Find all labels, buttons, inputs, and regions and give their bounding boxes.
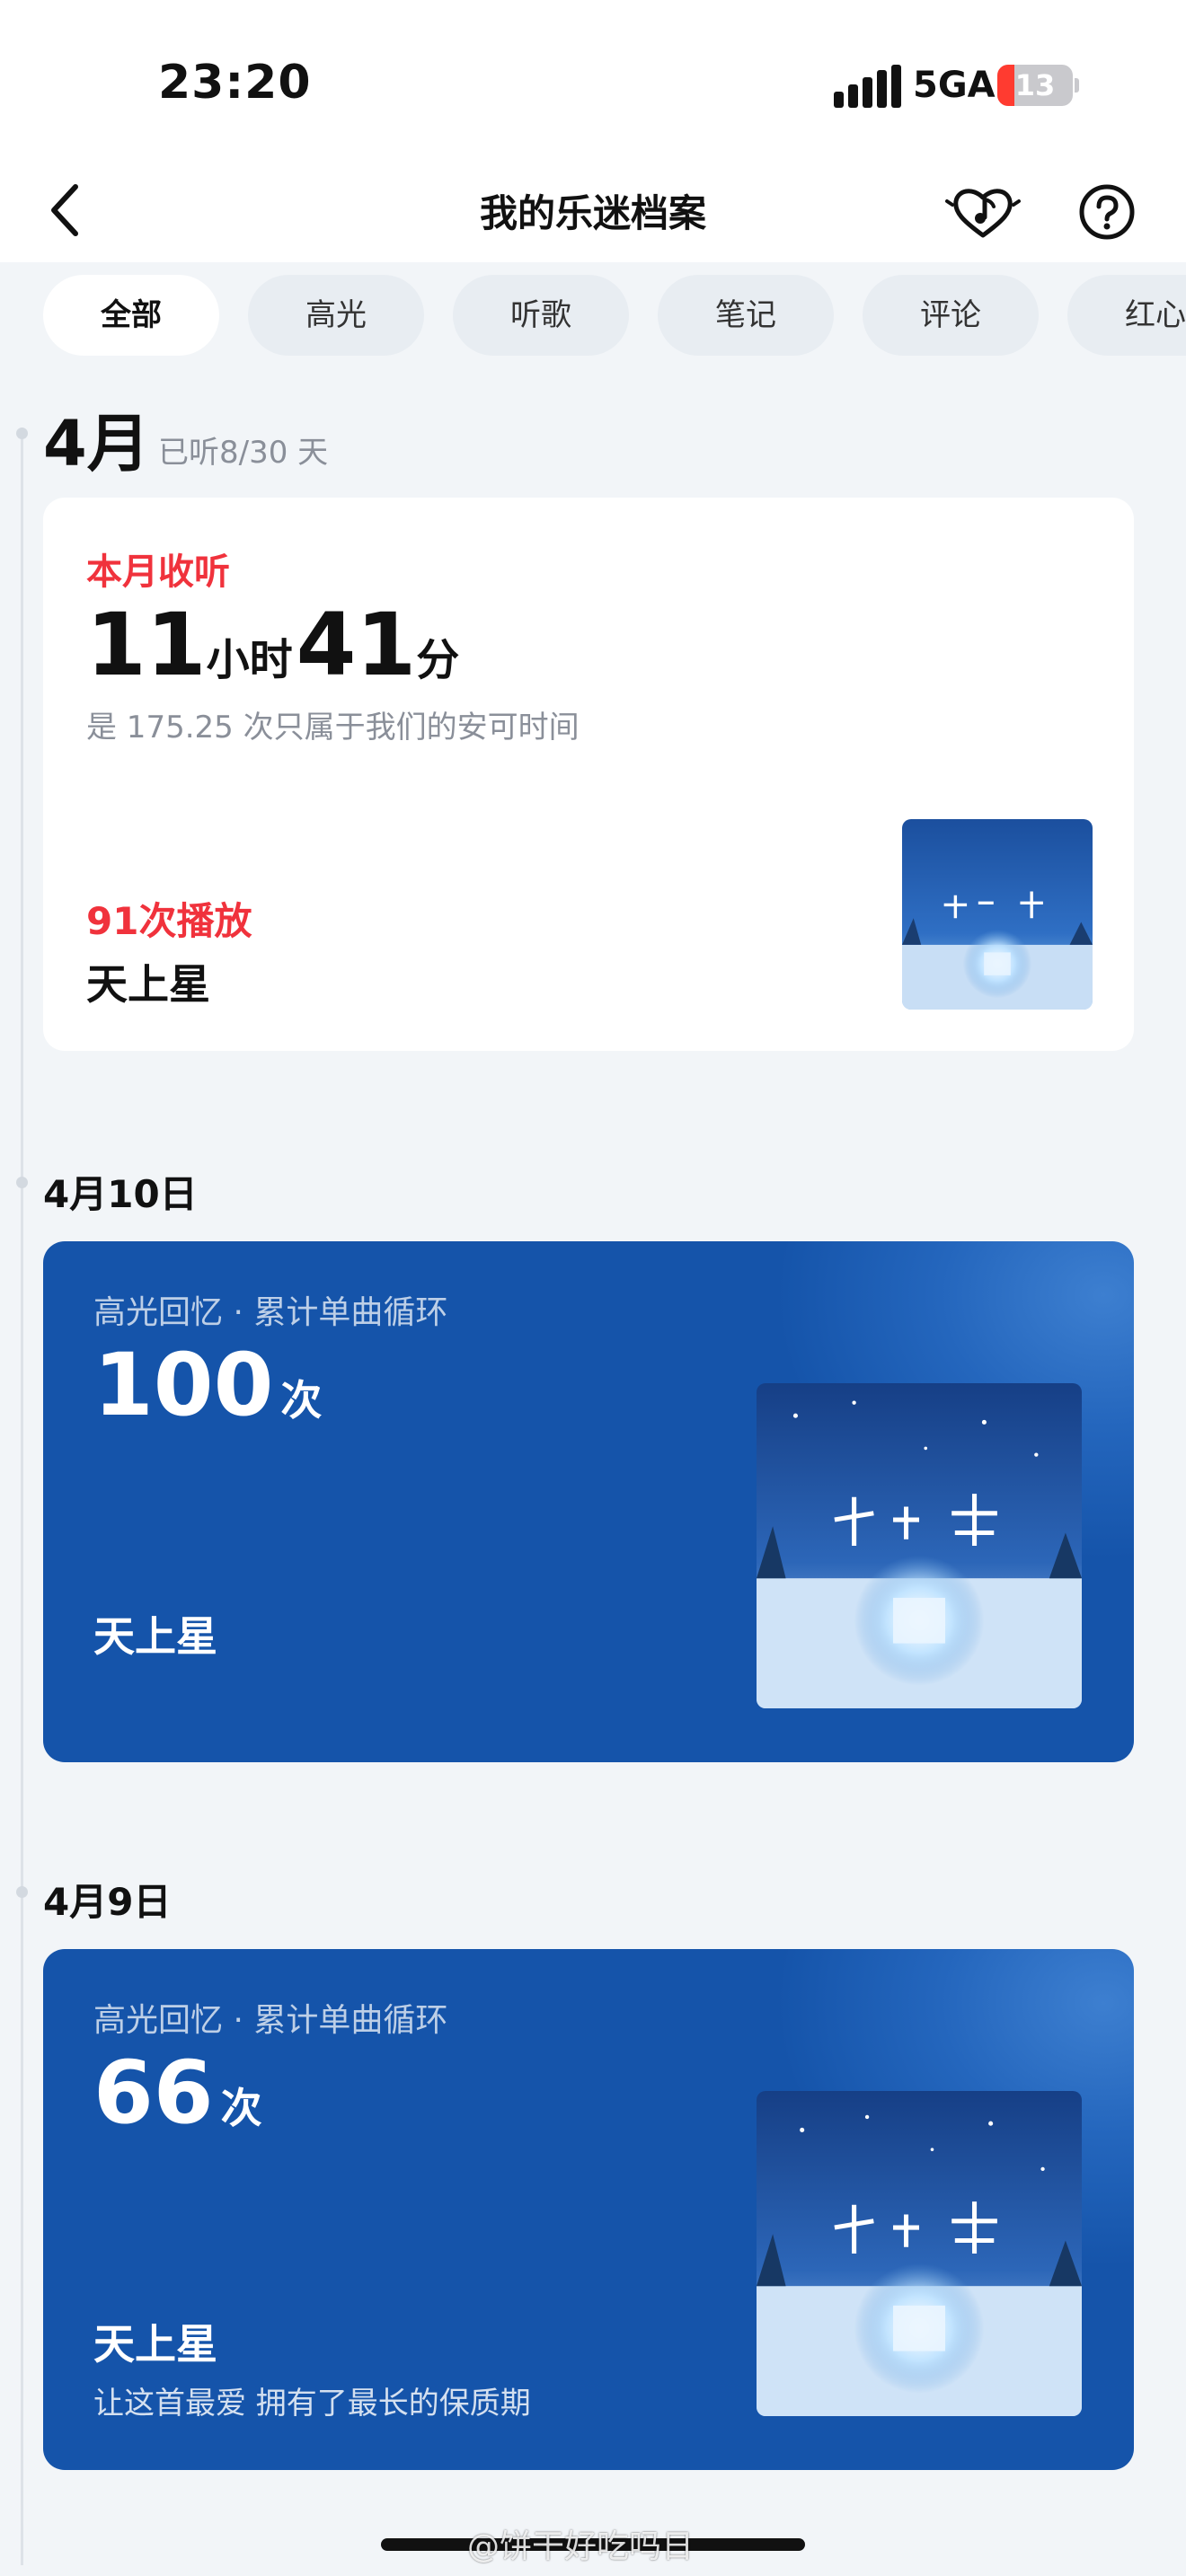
fan-badge-button[interactable] [945, 174, 1021, 250]
highlight-tagline: 让这首最爱 拥有了最长的保质期 [93, 2386, 531, 2422]
loop-count-number: 100 [93, 1335, 274, 1435]
summary-subtitle: 是 175.25 次只属于我们的安可时间 [86, 710, 580, 745]
month-title: 4月 [43, 407, 150, 481]
song-title: 天上星 [93, 2320, 217, 2369]
album-cover[interactable] [757, 2091, 1082, 2416]
timeline-line [21, 428, 23, 2565]
timeline-dot [16, 1886, 28, 1898]
loop-count-unit: 次 [280, 1376, 323, 1425]
play-count: 91次播放 [86, 899, 252, 943]
tab-comments[interactable]: 评论 [863, 275, 1039, 356]
tab-notes[interactable]: 笔记 [658, 275, 834, 356]
song-title: 天上星 [93, 1612, 217, 1661]
status-time: 23:20 [158, 56, 312, 110]
song-title: 天上星 [86, 960, 210, 1009]
watermark: @饼干好吃吗日 [467, 2528, 695, 2565]
highlight-card[interactable]: 高光回忆 · 累计单曲循环 66 次 天上星 让这首最爱 拥有了最长的保质期 [43, 1949, 1134, 2470]
loop-count-unit: 次 [220, 2084, 262, 2132]
entry-date: 4月10日 [43, 1172, 198, 1216]
loop-count: 100 次 [93, 1335, 322, 1435]
help-icon [1079, 184, 1135, 240]
status-bar: 23:20 5GA 13 [0, 0, 1186, 162]
tab-listening[interactable]: 听歌 [453, 275, 629, 356]
duration-hours: 11 [86, 595, 207, 695]
filter-tabs: 全部 高光 听歌 笔记 评论 红心 [43, 275, 1186, 357]
loop-count: 66 次 [93, 2042, 262, 2143]
highlight-label: 高光回忆 · 累计单曲循环 [93, 1294, 448, 1331]
album-cover[interactable] [757, 1383, 1082, 1708]
duration-minutes: 41 [296, 595, 417, 695]
battery-icon: 13 [997, 65, 1079, 106]
tab-all[interactable]: 全部 [43, 275, 219, 356]
duration-hours-unit: 小时 [206, 635, 293, 685]
monthly-summary-card[interactable]: 本月收听 11小时41分 是 175.25 次只属于我们的安可时间 91次播放 … [43, 498, 1134, 1051]
summary-label: 本月收听 [86, 551, 230, 593]
highlight-label: 高光回忆 · 累计单曲循环 [93, 2002, 448, 2039]
tab-highlight[interactable]: 高光 [248, 275, 424, 356]
entry-date: 4月9日 [43, 1880, 172, 1924]
signal-icon [834, 65, 901, 108]
duration-minutes-unit: 分 [416, 635, 460, 685]
heart-music-icon [945, 189, 1021, 238]
nav-bar: 我的乐迷档案 [0, 162, 1186, 262]
loop-count-number: 66 [93, 2042, 214, 2143]
listened-days: 已听8/30 天 [158, 435, 329, 471]
highlight-card[interactable]: 高光回忆 · 累计单曲循环 100 次 天上星 [43, 1241, 1134, 1762]
album-cover[interactable] [902, 819, 1093, 1010]
help-button[interactable] [1073, 174, 1141, 250]
tab-liked[interactable]: 红心 [1067, 275, 1186, 356]
network-type: 5GA [913, 65, 996, 106]
timeline-dot [16, 428, 28, 439]
listening-duration: 11小时41分 [86, 595, 463, 695]
timeline-dot [16, 1177, 28, 1188]
battery-level: 13 [1014, 68, 1056, 102]
